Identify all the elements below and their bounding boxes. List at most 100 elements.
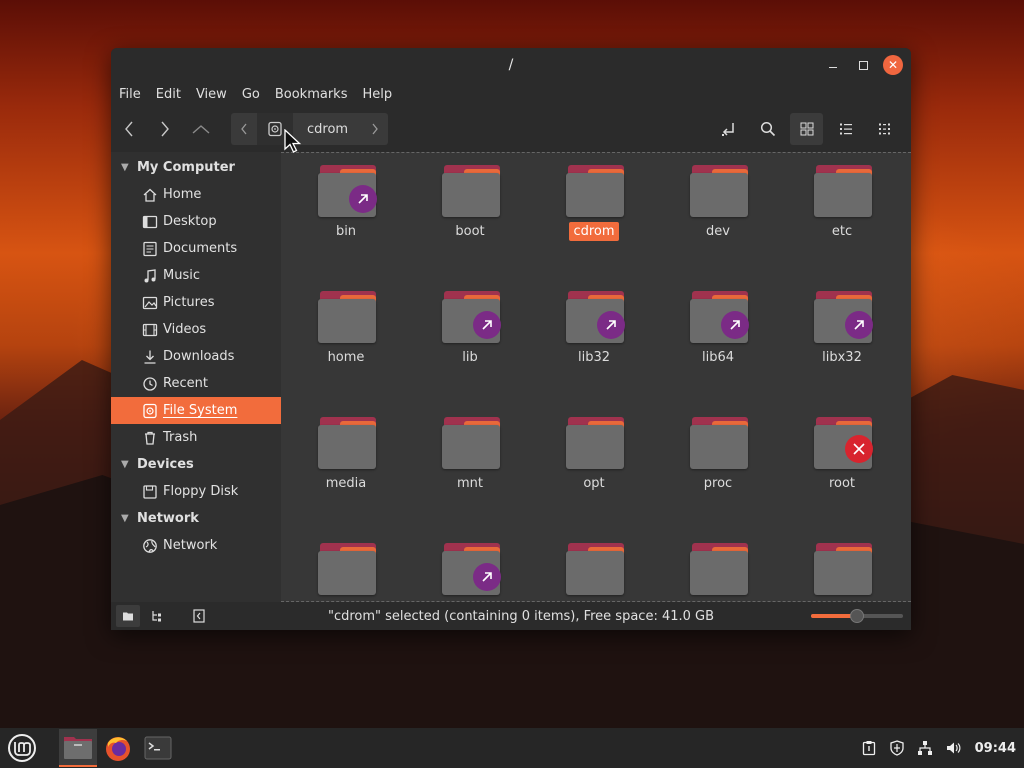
taskbar-files-app[interactable]: [59, 729, 97, 767]
folder-item[interactable]: [787, 531, 897, 601]
folder-item[interactable]: boot: [415, 153, 525, 263]
folder-item[interactable]: [539, 531, 649, 601]
symlink-arrow-icon: [473, 563, 501, 591]
menu-view[interactable]: View: [196, 87, 236, 102]
file-manager-window: / ✕ File Edit View Go Bookmarks Help cdr…: [111, 48, 911, 630]
folder-item[interactable]: [291, 531, 401, 601]
folder-name-text: boot: [455, 224, 485, 239]
minimize-button[interactable]: [823, 55, 843, 75]
sidebar-item-desktop[interactable]: Desktop: [111, 208, 281, 235]
folder-name: bin: [291, 224, 401, 239]
show-treeview-button[interactable]: [145, 605, 169, 627]
compact-view-icon: [878, 123, 890, 135]
zoom-slider[interactable]: [811, 609, 903, 623]
folder-item[interactable]: bin: [291, 153, 401, 263]
toolbar: cdrom: [111, 106, 911, 152]
sidebar-item-file-system[interactable]: File System: [111, 397, 281, 424]
clock[interactable]: 09:44: [975, 741, 1016, 756]
sidebar-item-music[interactable]: Music: [111, 262, 281, 289]
start-menu-button[interactable]: [5, 731, 39, 765]
up-button[interactable]: [183, 113, 219, 145]
icon-view-button[interactable]: [790, 113, 823, 145]
close-button[interactable]: ✕: [883, 55, 903, 75]
sidebar-collapse-icon: [193, 609, 205, 623]
forward-button[interactable]: [147, 113, 183, 145]
folder-item[interactable]: cdrom: [539, 153, 649, 263]
sidebar-item-trash[interactable]: Trash: [111, 424, 281, 451]
zoom-slider-handle[interactable]: [850, 609, 864, 623]
sidebar-item-home[interactable]: Home: [111, 181, 281, 208]
folder-name: etc: [787, 224, 897, 239]
titlebar[interactable]: / ✕: [111, 48, 911, 82]
folder-name-text: libx32: [822, 350, 862, 365]
folder-item[interactable]: lib64: [663, 279, 773, 389]
folder-item[interactable]: [415, 531, 525, 601]
trash-icon: [145, 431, 155, 445]
compact-view-button[interactable]: [868, 113, 901, 145]
sidebar-section-network[interactable]: ▼ Network: [111, 505, 281, 532]
mouse-cursor-icon: [284, 129, 302, 153]
network-icon: [143, 538, 157, 553]
folder-icon: [123, 612, 133, 621]
status-text: "cdrom" selected (containing 0 items), F…: [327, 608, 715, 624]
folder-item[interactable]: [663, 531, 773, 601]
chevron-left-icon: [241, 123, 247, 135]
caret-down-icon: ▼: [121, 459, 129, 470]
tray-network[interactable]: [915, 738, 935, 758]
back-button[interactable]: [111, 113, 147, 145]
folder-item[interactable]: lib: [415, 279, 525, 389]
folder-item[interactable]: home: [291, 279, 401, 389]
icon-view[interactable]: bin boot cdrom dev etc home lib lib32 lib64 libx3…: [281, 152, 911, 602]
drive-icon: [268, 121, 282, 137]
folder-item[interactable]: libx32: [787, 279, 897, 389]
sidebar-item-documents[interactable]: Documents: [111, 235, 281, 262]
folder-item[interactable]: media: [291, 405, 401, 515]
show-places-button[interactable]: [116, 605, 140, 627]
hide-sidebar-button[interactable]: [187, 605, 211, 627]
sidebar-item-pictures[interactable]: Pictures: [111, 289, 281, 316]
sidebar-section-devices[interactable]: ▼ Devices: [111, 451, 281, 478]
list-view-button[interactable]: [829, 113, 862, 145]
folder-icon: [690, 165, 748, 217]
menu-file[interactable]: File: [119, 87, 150, 102]
pathbar-scroll-right[interactable]: [362, 113, 389, 145]
system-tray: 09:44: [859, 728, 1016, 768]
sidebar: ▼ My Computer Home Desktop Documents Mus…: [111, 152, 281, 602]
maximize-button[interactable]: [853, 55, 873, 75]
menu-go[interactable]: Go: [242, 87, 269, 102]
folder-item[interactable]: lib32: [539, 279, 649, 389]
folder-item[interactable]: etc: [787, 153, 897, 263]
folder-item[interactable]: mnt: [415, 405, 525, 515]
symlink-arrow-icon: [597, 311, 625, 339]
list-view-icon: [839, 123, 852, 135]
menu-help[interactable]: Help: [362, 87, 401, 102]
folder-name-text: etc: [831, 224, 853, 239]
taskbar-terminal-app[interactable]: [139, 729, 177, 767]
sidebar-section-my-computer[interactable]: ▼ My Computer: [111, 154, 281, 181]
search-button[interactable]: [751, 113, 784, 145]
pathbar-item-cdrom[interactable]: cdrom: [293, 113, 363, 145]
folder-item[interactable]: dev: [663, 153, 773, 263]
pathbar-scroll-left[interactable]: [231, 113, 257, 145]
sidebar-item-videos[interactable]: Videos: [111, 316, 281, 343]
folder-name: proc: [663, 476, 773, 491]
folder-item[interactable]: opt: [539, 405, 649, 515]
tray-notes[interactable]: [859, 738, 879, 758]
folder-name: mnt: [415, 476, 525, 491]
menu-edit[interactable]: Edit: [156, 87, 190, 102]
sidebar-item-floppy-disk[interactable]: Floppy Disk: [111, 478, 281, 505]
folder-icon: [690, 543, 748, 595]
search-icon: [760, 121, 775, 137]
sidebar-item-downloads[interactable]: Downloads: [111, 343, 281, 370]
folder-item[interactable]: proc: [663, 405, 773, 515]
folder-name: lib64: [663, 350, 773, 365]
taskbar-firefox-app[interactable]: [99, 729, 137, 767]
sidebar-item-recent[interactable]: Recent: [111, 370, 281, 397]
folder-item[interactable]: root: [787, 405, 897, 515]
sidebar-item-network[interactable]: Network: [111, 532, 281, 559]
toggle-location-button[interactable]: [712, 113, 745, 145]
tray-shield[interactable]: [887, 738, 907, 758]
tray-volume[interactable]: [943, 738, 963, 758]
folder-name-text: lib32: [577, 350, 611, 365]
menu-bookmarks[interactable]: Bookmarks: [275, 87, 357, 102]
